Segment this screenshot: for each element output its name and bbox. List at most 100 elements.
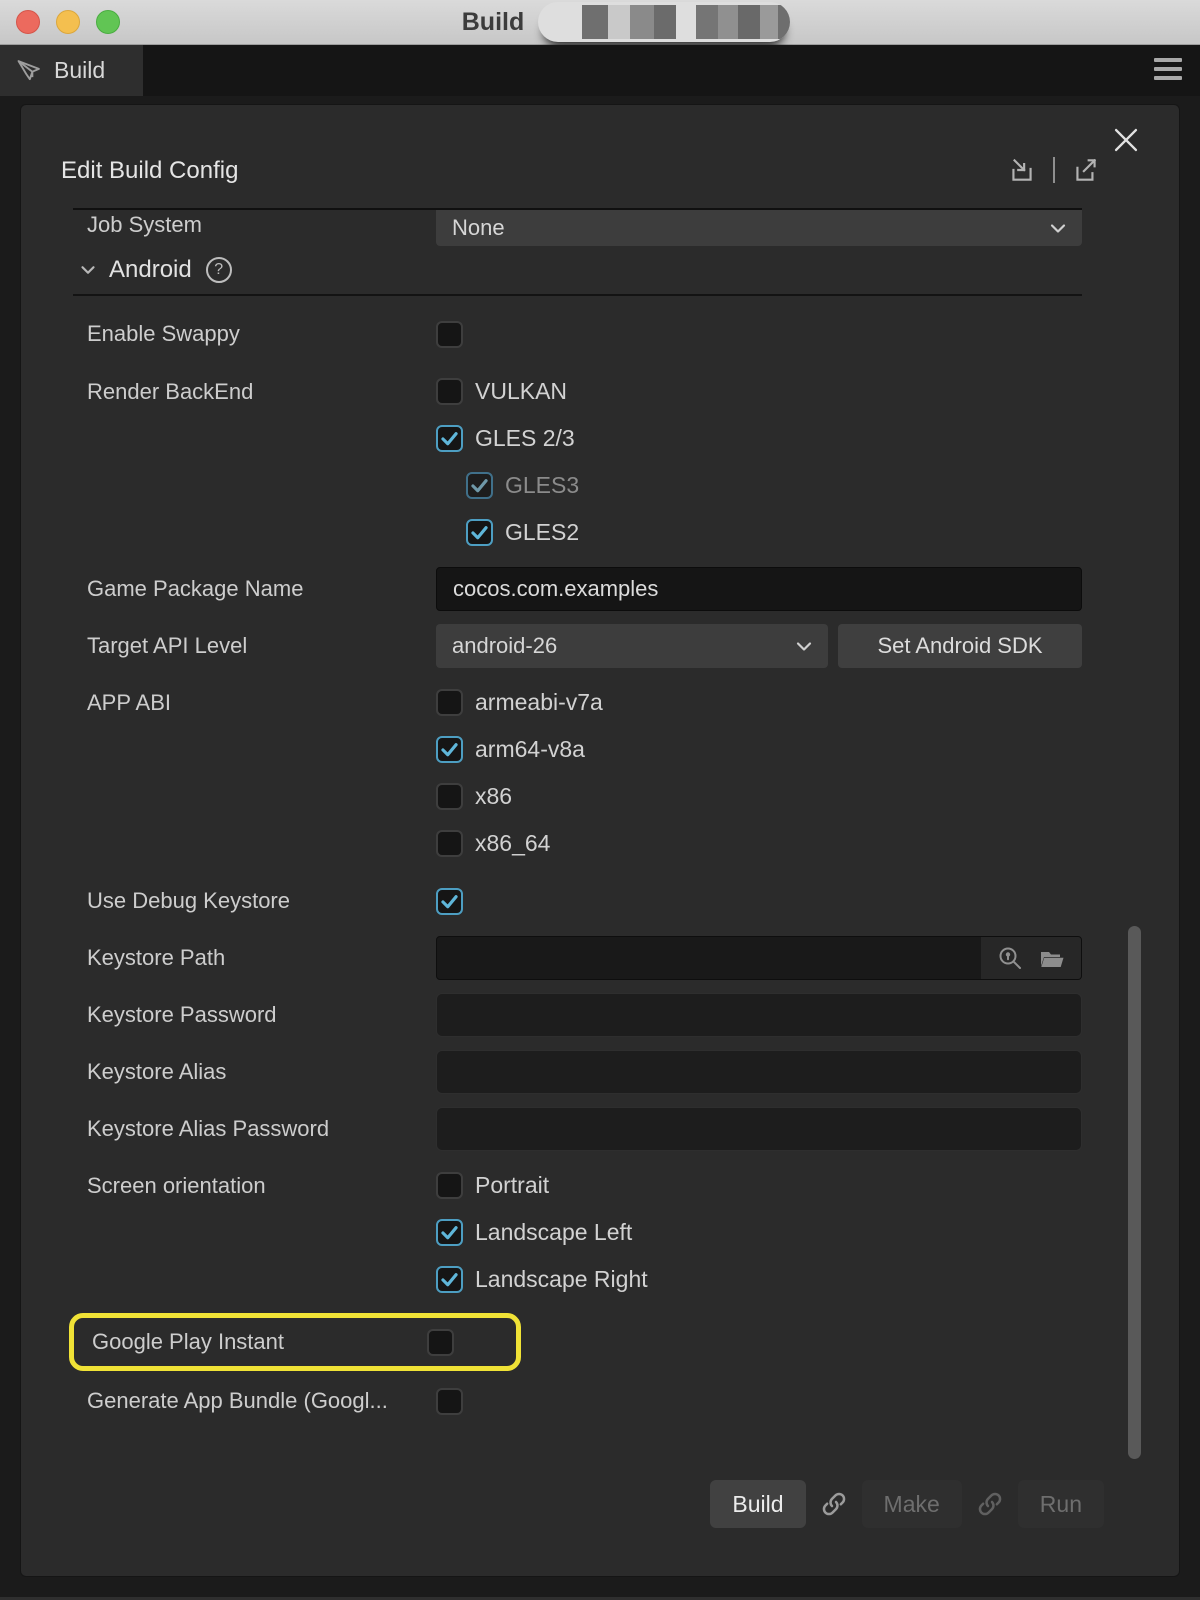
gles23-checkbox[interactable] (436, 425, 463, 452)
generate-app-bundle-checkbox[interactable] (436, 1388, 463, 1415)
target-api-level-value: android-26 (452, 633, 557, 659)
job-system-value: None (452, 215, 505, 241)
field-game-package-name: Game Package Name (73, 567, 1082, 611)
option-x86-64: x86_64 (436, 820, 550, 867)
keystore-path-input[interactable] (436, 936, 1082, 980)
portrait-checkbox[interactable] (436, 1172, 463, 1199)
field-keystore-alias: Keystore Alias (73, 1050, 1082, 1094)
gles2-label: GLES2 (505, 519, 579, 546)
game-package-name-label: Game Package Name (73, 576, 436, 602)
portrait-label: Portrait (475, 1172, 549, 1199)
landscape-left-label: Landscape Left (475, 1219, 632, 1246)
gles2-checkbox[interactable] (466, 519, 493, 546)
panel-menu-icon[interactable] (1154, 58, 1182, 80)
option-armeabi-v7a: armeabi-v7a (436, 679, 603, 726)
keystore-password-input[interactable] (436, 993, 1082, 1037)
render-backend-label: Render BackEnd (73, 368, 436, 415)
link-make-run-icon (975, 1489, 1005, 1519)
field-keystore-alias-password: Keystore Alias Password (73, 1107, 1082, 1151)
job-system-label: Job System (73, 210, 436, 240)
keystore-path-value (437, 937, 981, 979)
chevron-down-icon (77, 259, 99, 281)
dialog-footer: Build Make Run (21, 1480, 1179, 1528)
keystore-password-label: Keystore Password (73, 1002, 436, 1028)
option-landscape-left: Landscape Left (436, 1209, 632, 1256)
import-config-icon[interactable] (1007, 155, 1037, 185)
option-x86: x86 (436, 773, 512, 820)
keystore-alias-password-input[interactable] (436, 1107, 1082, 1151)
field-generate-app-bundle: Generate App Bundle (Googl... (73, 1377, 1082, 1425)
scrollbar-thumb[interactable] (1128, 926, 1141, 1459)
keystore-path-label: Keystore Path (73, 945, 436, 971)
option-portrait: Portrait (436, 1162, 549, 1209)
window-titlebar: Build (0, 0, 1200, 45)
set-android-sdk-button[interactable]: Set Android SDK (838, 624, 1082, 668)
option-gles3: GLES3 (466, 462, 579, 509)
google-play-instant-checkbox[interactable] (427, 1329, 454, 1356)
help-icon[interactable]: ? (206, 257, 232, 283)
field-google-play-instant: Google Play Instant (78, 1321, 516, 1363)
enable-swappy-checkbox[interactable] (436, 321, 463, 348)
target-api-level-label: Target API Level (73, 633, 436, 659)
dialog-scrollbar (1128, 208, 1141, 1556)
keystore-alias-password-label: Keystore Alias Password (73, 1116, 436, 1142)
tab-build[interactable]: Build (0, 45, 143, 96)
field-keystore-path: Keystore Path (73, 936, 1082, 980)
job-system-select[interactable]: None (436, 210, 1082, 246)
target-api-level-select[interactable]: android-26 (436, 624, 828, 668)
gles23-label: GLES 2/3 (475, 425, 575, 452)
locate-file-icon[interactable] (996, 944, 1024, 972)
arm64-v8a-checkbox[interactable] (436, 736, 463, 763)
chevron-down-icon (792, 634, 816, 658)
run-button[interactable]: Run (1018, 1480, 1104, 1528)
section-android[interactable]: Android ? (73, 246, 1082, 294)
gles3-checkbox[interactable] (466, 472, 493, 499)
dialog-title: Edit Build Config (61, 157, 238, 185)
traffic-lights (16, 10, 120, 34)
export-config-icon[interactable] (1071, 155, 1101, 185)
generate-app-bundle-label: Generate App Bundle (Googl... (73, 1388, 436, 1414)
panel-background: Edit Build Config (0, 96, 1200, 1600)
close-window-button[interactable] (16, 10, 40, 34)
make-button[interactable]: Make (862, 1480, 962, 1528)
vulkan-checkbox[interactable] (436, 378, 463, 405)
field-screen-orientation: Screen orientation Portrait Landscape Le… (73, 1162, 1082, 1303)
android-section-divider (73, 294, 1082, 296)
keystore-alias-label: Keystore Alias (73, 1059, 436, 1085)
enable-swappy-label: Enable Swappy (73, 321, 436, 347)
build-config-form: Job System None Android ? Enable Swappy (21, 210, 1179, 1425)
option-gles2: GLES2 (466, 509, 579, 556)
x86-64-checkbox[interactable] (436, 830, 463, 857)
x86-checkbox[interactable] (436, 783, 463, 810)
link-build-make-icon (819, 1489, 849, 1519)
open-folder-icon[interactable] (1038, 944, 1066, 972)
field-render-backend: Render BackEnd VULKAN GLES 2/3 (73, 368, 1082, 556)
field-use-debug-keystore: Use Debug Keystore (73, 877, 1082, 925)
armeabi-v7a-checkbox[interactable] (436, 689, 463, 716)
game-package-name-input[interactable] (436, 567, 1082, 611)
keystore-alias-input[interactable] (436, 1050, 1082, 1094)
armeabi-v7a-label: armeabi-v7a (475, 689, 603, 716)
use-debug-keystore-checkbox[interactable] (436, 888, 463, 915)
android-section-title: Android (109, 256, 192, 284)
paper-plane-icon (15, 57, 43, 85)
landscape-right-checkbox[interactable] (436, 1266, 463, 1293)
window-title: Build (462, 8, 525, 37)
annotation-highlight: Google Play Instant (69, 1313, 521, 1371)
arm64-v8a-label: arm64-v8a (475, 736, 585, 763)
vulkan-label: VULKAN (475, 378, 567, 405)
redacted-project-name (538, 2, 790, 42)
build-button[interactable]: Build (710, 1480, 805, 1528)
option-vulkan: VULKAN (436, 368, 567, 415)
x86-label: x86 (475, 783, 512, 810)
landscape-right-label: Landscape Right (475, 1266, 648, 1293)
close-icon[interactable] (1109, 123, 1143, 157)
field-keystore-password: Keystore Password (73, 993, 1082, 1037)
landscape-left-checkbox[interactable] (436, 1219, 463, 1246)
zoom-window-button[interactable] (96, 10, 120, 34)
field-app-abi: APP ABI armeabi-v7a arm64-v8a (73, 679, 1082, 867)
minimize-window-button[interactable] (56, 10, 80, 34)
edit-build-config-dialog: Edit Build Config (20, 104, 1180, 1577)
chevron-down-icon (1046, 216, 1070, 240)
panel-tab-bar: Build (0, 45, 1200, 96)
